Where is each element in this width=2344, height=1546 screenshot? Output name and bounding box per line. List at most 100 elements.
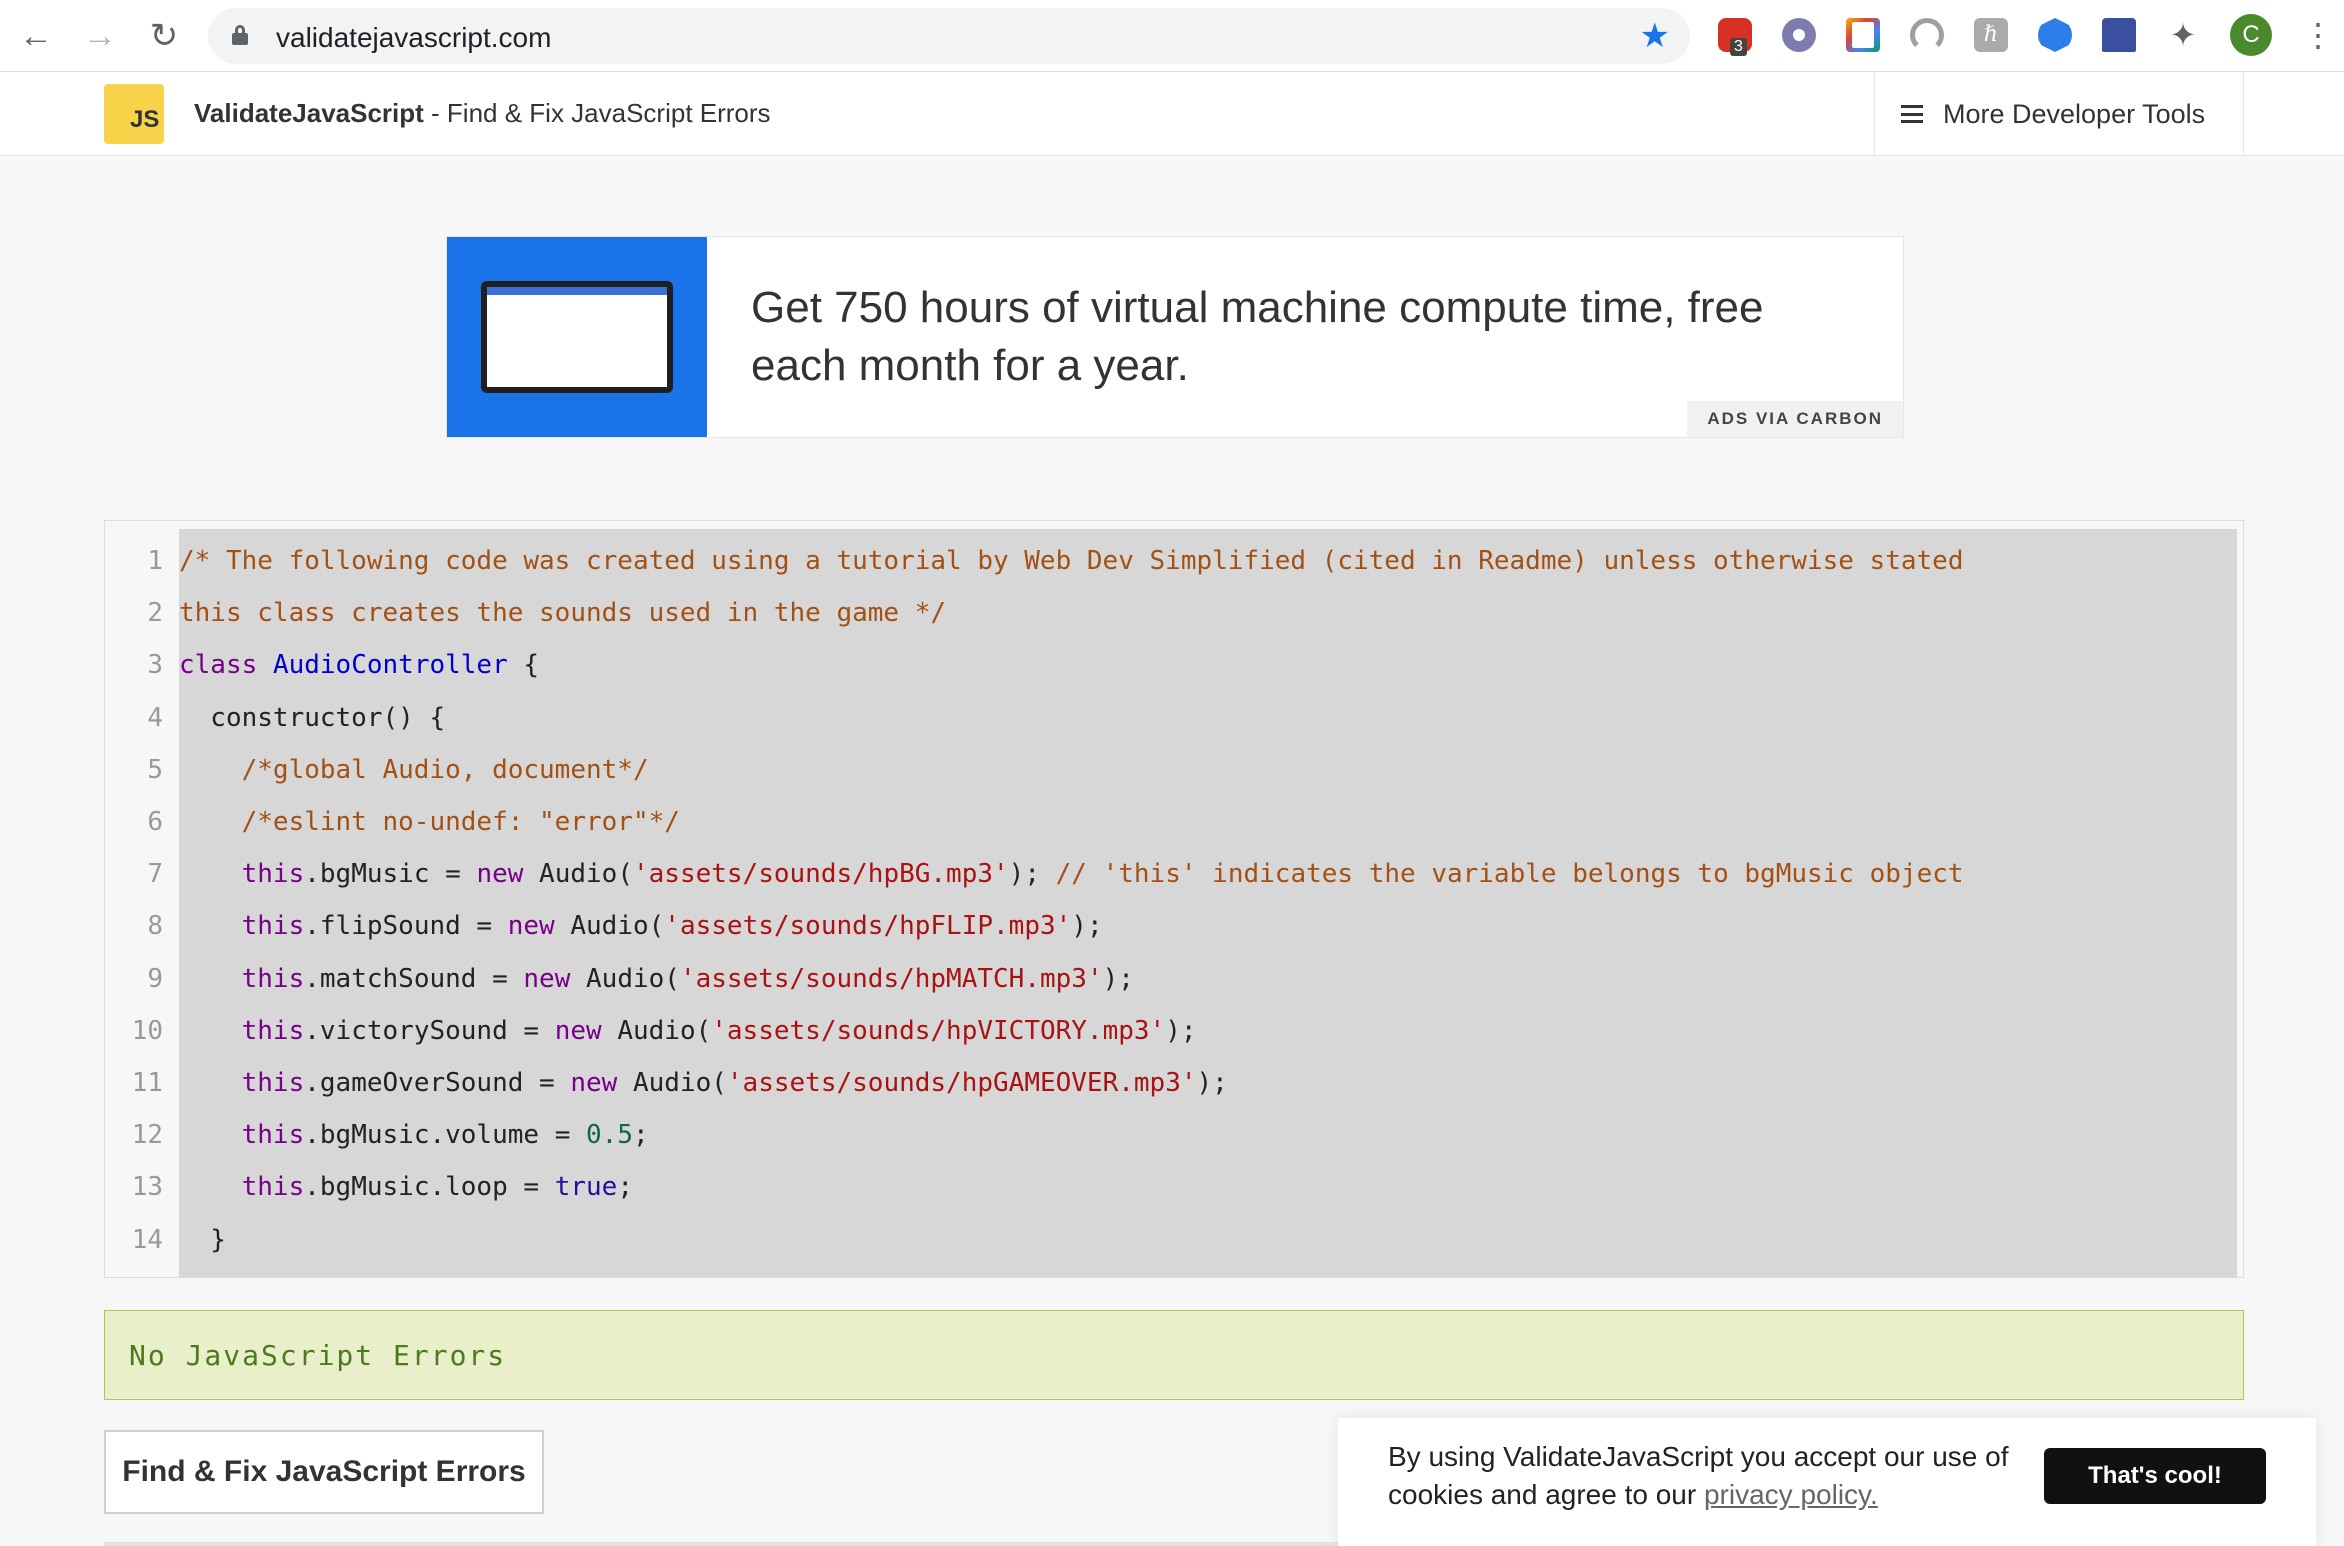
code-text[interactable]: class AudioController { xyxy=(179,639,539,691)
back-arrow-icon[interactable]: ← xyxy=(14,14,58,58)
site-title: ValidateJavaScript - Find & Fix JavaScri… xyxy=(194,98,771,129)
code-token: ); xyxy=(1071,911,1103,942)
code-token: ; xyxy=(617,1172,633,1203)
code-line[interactable]: 3 class AudioController { xyxy=(105,639,2243,691)
cake-extension-icon[interactable] xyxy=(2102,18,2136,52)
browser-menu-icon[interactable]: ⋮ xyxy=(2302,14,2334,56)
code-token: Audio( xyxy=(523,859,633,890)
extension-badge: 3 xyxy=(1730,38,1747,56)
code-line[interactable]: 2 this class creates the sounds used in t… xyxy=(105,587,2243,639)
find-fix-errors-button[interactable]: Find & Fix JavaScript Errors xyxy=(104,1430,544,1514)
code-line[interactable]: 11 this.gameOverSound = new Audio('asset… xyxy=(105,1057,2243,1109)
code-text[interactable]: this.matchSound = new Audio('assets/soun… xyxy=(179,953,1134,1005)
code-token: .bgMusic = xyxy=(304,859,477,890)
code-token: new xyxy=(554,1015,602,1046)
ad-text[interactable]: Get 750 hours of virtual machine compute… xyxy=(751,279,1871,395)
code-text[interactable]: this.flipSound = new Audio('assets/sound… xyxy=(179,900,1103,952)
code-text[interactable]: /*global Audio, document*/ xyxy=(179,744,649,796)
arc-extension-icon[interactable] xyxy=(1910,18,1944,52)
h-extension-icon[interactable]: ℏ xyxy=(1974,18,2008,52)
accept-cookies-button[interactable]: That's cool! xyxy=(2044,1448,2266,1504)
code-line[interactable]: 9 this.matchSound = new Audio('assets/so… xyxy=(105,953,2243,1005)
code-token: this xyxy=(241,1015,305,1046)
code-token: .matchSound = xyxy=(304,963,524,994)
code-text[interactable]: this.victorySound = new Audio('assets/so… xyxy=(179,1005,1197,1057)
code-token: .bgMusic.loop = xyxy=(304,1172,555,1203)
reload-icon[interactable]: ↻ xyxy=(142,14,186,58)
code-line[interactable]: 4 constructor() { xyxy=(105,692,2243,744)
puzzle-extensions-icon[interactable]: ✦ xyxy=(2166,18,2200,52)
code-text[interactable]: } xyxy=(179,1214,226,1266)
code-token: /*eslint no-undef: "error"*/ xyxy=(179,807,680,837)
code-editor[interactable]: 1 /* The following code was created using… xyxy=(104,520,2244,1278)
code-text[interactable]: this.bgMusic = new Audio('assets/sounds/… xyxy=(179,848,1964,900)
carbon-ad[interactable]: Get 750 hours of virtual machine compute… xyxy=(446,236,1904,438)
code-token: ; xyxy=(632,1120,649,1151)
code-token: this class creates the sounds used in th… xyxy=(179,598,947,629)
code-token: 'assets/sounds/hpBG.mp3' xyxy=(632,859,1009,890)
code-text[interactable]: /*eslint no-undef: "error"*/ xyxy=(179,796,680,848)
code-line[interactable]: 6 /*eslint no-undef: "error"*/ xyxy=(105,796,2243,848)
code-line[interactable]: 8 this.flipSound = new Audio('assets/sou… xyxy=(105,900,2243,952)
code-token: new xyxy=(507,911,555,942)
line-number: 12 xyxy=(131,1120,163,1151)
browser-toolbar: ← → ↻ validatejavascript.com ★ 3 ℏ ✦ C ⋮ xyxy=(0,0,2344,72)
url-text[interactable]: validatejavascript.com xyxy=(276,22,551,54)
code-token: Audio( xyxy=(570,963,680,994)
record-extension-icon[interactable] xyxy=(1782,18,1816,52)
brand-name[interactable]: ValidateJavaScript xyxy=(194,98,424,128)
code-line[interactable]: 1 /* The following code was created using… xyxy=(105,535,2243,587)
bookmark-star-icon[interactable]: ★ xyxy=(1640,16,1670,56)
code-text[interactable]: this class creates the sounds used in th… xyxy=(179,587,946,639)
cookie-message: By using ValidateJavaScript you accept o… xyxy=(1388,1441,2009,1510)
code-token: this xyxy=(241,963,305,994)
code-line[interactable]: 13 this.bgMusic.loop = true; xyxy=(105,1161,2243,1213)
address-bar[interactable]: validatejavascript.com ★ xyxy=(208,8,1690,64)
code-line[interactable]: 12 this.bgMusic.volume = 0.5; xyxy=(105,1109,2243,1161)
brand-tagline: - Find & Fix JavaScript Errors xyxy=(423,98,771,128)
cookie-banner: By using ValidateJavaScript you accept o… xyxy=(1338,1418,2316,1546)
code-line[interactable]: 7 this.bgMusic = new Audio('assets/sound… xyxy=(105,848,2243,900)
logo-text: JS xyxy=(130,106,160,133)
code-token: class xyxy=(179,650,258,681)
code-line[interactable]: 14 } xyxy=(105,1214,2243,1266)
ad-image[interactable] xyxy=(447,237,707,437)
code-text[interactable]: /* The following code was created using … xyxy=(179,535,1963,587)
line-number: 1 xyxy=(147,546,163,576)
forward-arrow-icon[interactable]: → xyxy=(78,14,122,58)
code-token: .victorySound = xyxy=(304,1015,555,1046)
hamburger-menu-icon xyxy=(1901,105,1923,123)
code-line[interactable]: 10 this.victorySound = new Audio('assets… xyxy=(105,1005,2243,1057)
line-number: 7 xyxy=(147,859,163,890)
privacy-policy-link[interactable]: privacy policy. xyxy=(1704,1479,1878,1510)
code-token: new xyxy=(523,963,571,994)
code-line[interactable]: 5 /*global Audio, document*/ xyxy=(105,744,2243,796)
line-number: 10 xyxy=(131,1015,163,1046)
code-token: new xyxy=(476,859,524,890)
code-text[interactable]: constructor() { xyxy=(179,692,445,744)
line-number: 9 xyxy=(147,963,163,994)
ads-via-carbon-label[interactable]: ADS VIA CARBON xyxy=(1687,401,1903,437)
code-text[interactable]: this.bgMusic.volume = 0.5; xyxy=(179,1109,649,1161)
code-token: this xyxy=(241,1068,305,1098)
code-token: ); xyxy=(1165,1015,1197,1046)
code-text[interactable]: this.bgMusic.loop = true; xyxy=(179,1161,633,1213)
code-token: AudioController xyxy=(272,650,508,681)
code-token: } xyxy=(179,1224,226,1255)
more-developer-tools-button[interactable]: More Developer Tools xyxy=(1874,72,2244,156)
code-token: constructor() { xyxy=(179,702,446,733)
code-token: 'assets/sounds/hpFLIP.mp3' xyxy=(664,911,1072,942)
laptop-screenshot-icon xyxy=(481,281,673,393)
cube-extension-icon[interactable] xyxy=(2038,18,2072,52)
line-number: 2 xyxy=(147,598,163,629)
document-extension-icon[interactable] xyxy=(1846,18,1880,52)
site-logo[interactable]: JS xyxy=(104,84,164,144)
code-token: Audio( xyxy=(617,1068,727,1098)
adblock-extension-icon[interactable]: 3 xyxy=(1718,18,1752,56)
code-token: 'assets/sounds/hpGAMEOVER.mp3' xyxy=(726,1068,1197,1098)
code-token: /* The following code was created using … xyxy=(179,546,1964,576)
code-token: 'assets/sounds/hpVICTORY.mp3' xyxy=(711,1015,1166,1046)
code-text[interactable]: this.gameOverSound = new Audio('assets/s… xyxy=(179,1057,1228,1109)
profile-avatar[interactable]: C xyxy=(2230,14,2272,56)
line-number: 14 xyxy=(131,1224,163,1255)
